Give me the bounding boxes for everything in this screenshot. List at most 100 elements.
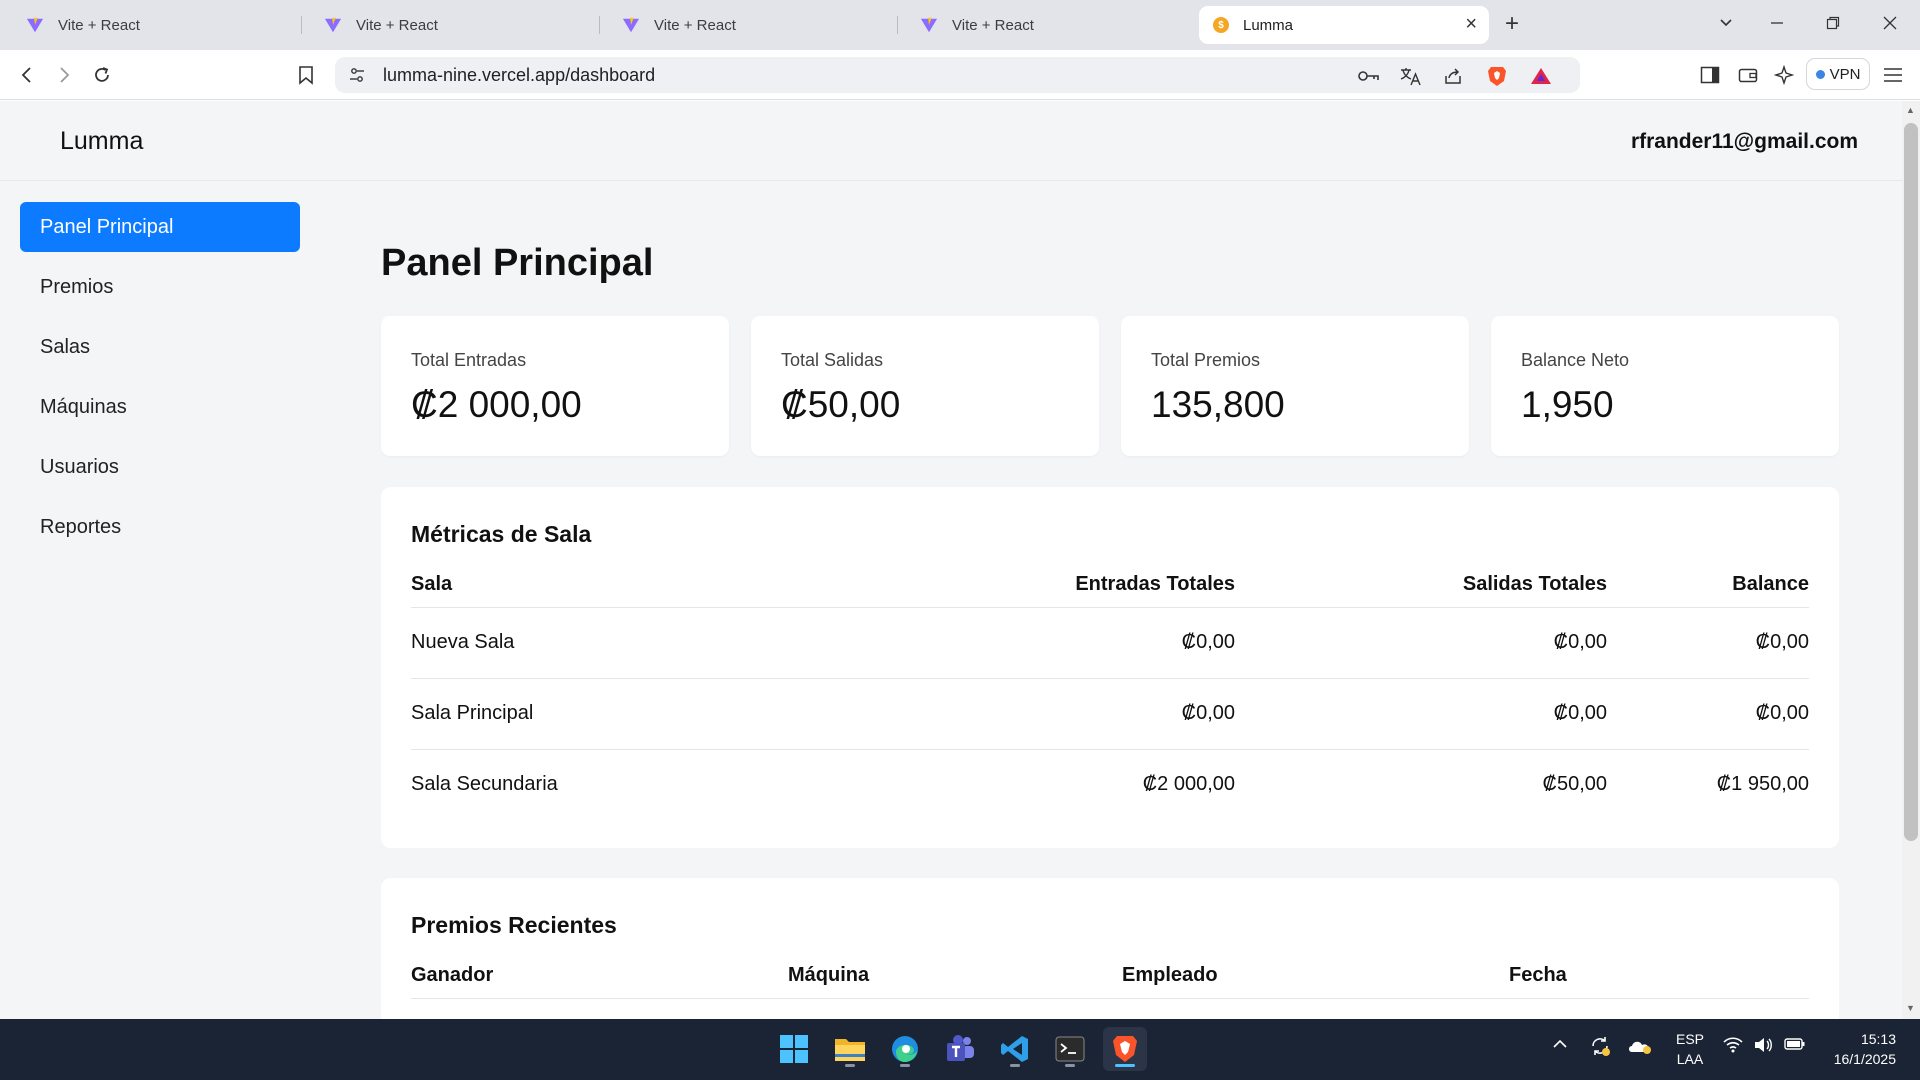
translate-icon[interactable] <box>1399 65 1423 87</box>
menu-icon[interactable] <box>1880 63 1906 87</box>
column-header-fecha: Fecha <box>1509 964 1809 999</box>
sync-icon[interactable] <box>1589 1035 1611 1060</box>
sidebar-item-panel-principal[interactable]: Panel Principal <box>20 202 300 252</box>
main-content: Panel Principal Total Entradas ₡2 000,00… <box>320 182 1902 1019</box>
sidebar-toggle-icon[interactable] <box>1697 63 1723 87</box>
cell-sala: Sala Principal <box>411 678 911 750</box>
panel-title: Premios Recientes <box>411 912 617 938</box>
tab-search-chevron-icon[interactable] <box>1706 10 1746 38</box>
vscode-button[interactable] <box>993 1027 1037 1071</box>
terminal-button[interactable] <box>1048 1027 1092 1071</box>
browser-tab-title: Vite + React <box>58 16 140 34</box>
app-header: Lumma rfrander11@gmail.com <box>0 101 1902 181</box>
column-header-maquina: Máquina <box>788 964 1122 999</box>
running-indicator <box>1010 1064 1020 1067</box>
vscode-icon <box>1001 1036 1028 1062</box>
terminal-icon <box>1055 1036 1085 1062</box>
browser-tab-title: Vite + React <box>356 16 438 34</box>
leo-ai-icon[interactable] <box>1771 63 1797 87</box>
sidebar-item-reportes[interactable]: Reportes <box>20 502 300 552</box>
reload-icon[interactable] <box>87 60 117 90</box>
user-email[interactable]: rfrander11@gmail.com <box>1631 130 1858 154</box>
browser-tab-title: Vite + React <box>952 16 1034 34</box>
vite-icon <box>26 17 44 33</box>
minimize-button[interactable] <box>1757 10 1797 38</box>
battery-icon[interactable] <box>1784 1037 1806 1054</box>
address-bar[interactable]: lumma-nine.vercel.app/dashboard <box>335 57 1580 93</box>
panel-title: Métricas de Sala <box>411 521 592 547</box>
sidebar-item-usuarios[interactable]: Usuarios <box>20 442 300 492</box>
browser-tab[interactable]: Vite + React <box>310 6 600 44</box>
browser-tab[interactable]: Vite + React <box>12 6 302 44</box>
cell-balance: ₡0,00 <box>1607 678 1809 750</box>
clock-time: 15:13 <box>1860 1031 1896 1047</box>
wifi-icon[interactable] <box>1723 1037 1743 1056</box>
column-header-salidas-totales: Salidas Totales <box>1235 573 1607 608</box>
lumma-favicon-icon: $ <box>1213 17 1229 33</box>
file-explorer-button[interactable] <box>828 1027 872 1071</box>
column-header-empleado: Empleado <box>1122 964 1509 999</box>
tab-separator <box>599 16 600 34</box>
recent-prizes-table: Ganador Máquina Empleado Fecha <box>411 964 1809 999</box>
sidebar-item-premios[interactable]: Premios <box>20 262 300 312</box>
cell-entradas: ₡2 000,00 <box>1142 773 1235 796</box>
site-settings-icon[interactable] <box>348 66 366 84</box>
running-indicator <box>1065 1064 1075 1067</box>
brave-shields-icon[interactable] <box>1485 65 1509 87</box>
vpn-button[interactable]: VPN <box>1806 58 1870 90</box>
wallet-icon[interactable] <box>1735 63 1761 87</box>
onedrive-icon[interactable] <box>1627 1037 1653 1058</box>
brave-rewards-icon[interactable] <box>1529 65 1553 87</box>
forward-arrow-icon[interactable] <box>49 60 79 90</box>
url-text[interactable]: lumma-nine.vercel.app/dashboard <box>383 65 655 86</box>
table-row: Sala Principal ₡0,00 ₡0,00 ₡0,00 <box>411 678 1809 750</box>
cell-salidas: ₡0,00 <box>1235 678 1607 750</box>
scroll-down-arrow-icon[interactable]: ▼ <box>1906 1003 1915 1013</box>
show-hidden-icons-chevron-icon[interactable] <box>1552 1037 1568 1053</box>
vpn-status-icon <box>1815 69 1825 79</box>
table-header-row: Ganador Máquina Empleado Fecha <box>411 964 1809 999</box>
system-clock[interactable]: 15:13 16/1/2025 <box>1834 1029 1896 1069</box>
tab-separator <box>301 16 302 34</box>
table-row: Nueva Sala ₡0,00 ₡0,00 ₡0,00 <box>411 607 1809 679</box>
page-scrollbar[interactable]: ▲ ▼ <box>1902 101 1920 1019</box>
scroll-up-arrow-icon[interactable]: ▲ <box>1906 105 1915 115</box>
brand-logo[interactable]: Lumma <box>60 127 143 156</box>
language-indicator[interactable]: ESP LAA <box>1676 1029 1704 1069</box>
stat-value: ₡2 000,00 <box>411 384 582 425</box>
vite-icon <box>324 17 342 33</box>
table-header-row: Sala Entradas Totales Salidas Totales Ba… <box>411 573 1809 608</box>
share-icon[interactable] <box>1441 65 1465 87</box>
cell-balance: ₡1 950,00 <box>1716 773 1809 796</box>
tab-separator <box>897 16 898 34</box>
brave-browser-icon <box>1113 1036 1137 1062</box>
browser-tab[interactable]: Vite + React <box>608 6 898 44</box>
close-tab-icon[interactable]: × <box>1465 14 1477 34</box>
key-icon[interactable] <box>1357 65 1381 87</box>
browser-tab[interactable]: Vite + React <box>906 6 1196 44</box>
edge-button[interactable] <box>883 1027 927 1071</box>
sidebar-item-salas[interactable]: Salas <box>20 322 300 372</box>
browser-tab-active[interactable]: $ Lumma × <box>1199 6 1489 44</box>
volume-icon[interactable] <box>1753 1037 1773 1056</box>
room-metrics-table: Sala Entradas Totales Salidas Totales Ba… <box>411 573 1809 820</box>
cell-sala: Sala Secundaria <box>411 773 558 796</box>
start-button[interactable] <box>772 1027 816 1071</box>
browser-toolbar: lumma-nine.vercel.app/dashboard VPN <box>0 50 1920 100</box>
restore-button[interactable] <box>1813 10 1853 38</box>
bookmark-icon[interactable] <box>291 60 321 90</box>
language-code: ESP <box>1676 1031 1705 1047</box>
new-tab-button[interactable]: + <box>1505 12 1519 36</box>
scrollbar-thumb[interactable] <box>1904 123 1918 841</box>
brave-button[interactable] <box>1103 1027 1147 1071</box>
edge-browser-icon <box>892 1036 918 1062</box>
table-row: Sala Secundaria ₡2 000,00 ₡50,00 ₡1 950,… <box>411 749 1809 820</box>
close-window-button[interactable] <box>1870 10 1910 38</box>
stat-label: Balance Neto <box>1521 350 1630 370</box>
browser-tab-title: Vite + React <box>654 16 736 34</box>
active-indicator <box>1115 1064 1135 1067</box>
teams-button[interactable] <box>938 1027 982 1071</box>
sidebar-item-maquinas[interactable]: Máquinas <box>20 382 300 432</box>
vite-icon <box>920 17 938 33</box>
back-arrow-icon[interactable] <box>12 60 42 90</box>
